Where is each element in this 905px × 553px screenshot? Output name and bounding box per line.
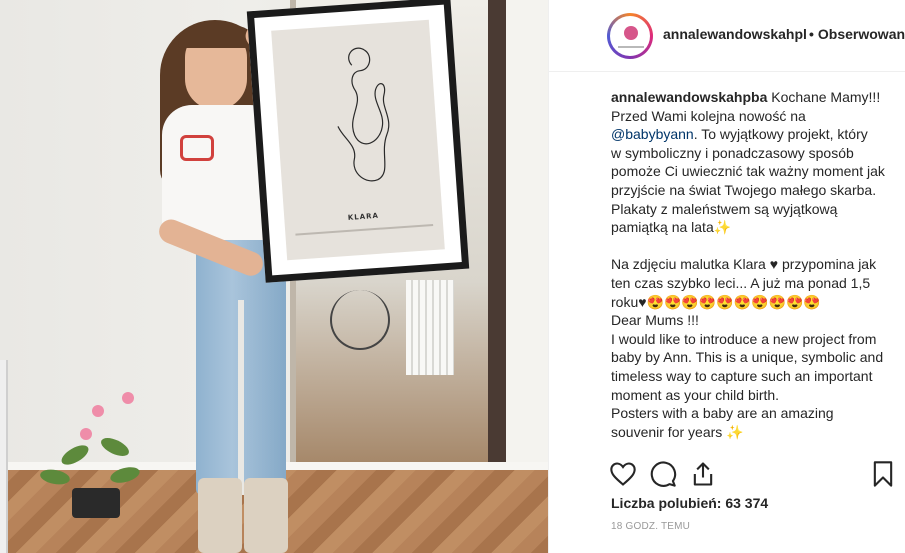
post-header: annalewandowskahpl •Obserwowanie <box>549 0 905 72</box>
jeans-gap <box>238 300 244 495</box>
caption-line: Na zdjęciu malutka Klara ♥ przypomina ja… <box>611 256 877 273</box>
avatar[interactable] <box>610 16 650 56</box>
caption-line: pomoże Ci uwiecznić tak ważny moment jak <box>611 163 885 180</box>
caption-line <box>611 237 896 256</box>
share-icon[interactable] <box>689 460 717 488</box>
caption-line: Dear Mums !!! <box>611 312 699 329</box>
caption-text: Kochane Mamy!!! <box>767 89 881 105</box>
following-button[interactable]: Obserwowanie <box>818 26 905 42</box>
caption-line: annalewandowskahpba Kochane Mamy!!! <box>611 88 896 107</box>
door-frame <box>488 0 506 470</box>
poster-artwork: KLARA <box>271 19 445 261</box>
caption-line: moment as your child birth. <box>611 386 780 403</box>
framed-poster: KLARA <box>246 0 470 283</box>
caption-line: timeless way to capture such an importan… <box>611 367 873 384</box>
caption-line: @babybyann. To wyjątkowy projekt, który <box>611 125 896 144</box>
story-ring[interactable] <box>607 13 653 59</box>
plant-flower <box>92 405 104 417</box>
follow-separator: • <box>809 26 814 42</box>
shirt-print <box>180 135 214 161</box>
caption-line: Plakaty z maleństwem są wyjątkową <box>611 200 838 217</box>
caption-line: I would like to introduce a new project … <box>611 330 877 347</box>
comment-icon[interactable] <box>649 460 677 488</box>
baby-line-drawing <box>337 47 390 182</box>
caption-line: w symboliczny i ponadczasowy sposób <box>611 144 854 161</box>
heart-icon[interactable] <box>609 460 637 488</box>
post-photo[interactable]: KLARA <box>0 0 548 553</box>
stool-reflection <box>330 290 390 350</box>
post-actions <box>607 458 897 490</box>
boot-left <box>198 478 242 553</box>
plant-flower <box>80 428 92 440</box>
caption-line: pamiątką na lata✨ <box>611 219 732 236</box>
username-link[interactable]: annalewandowskahpl <box>663 26 807 42</box>
likes-count[interactable]: Liczba polubień: 63 374 <box>611 495 768 511</box>
plant-leaf <box>98 434 132 460</box>
door <box>506 0 548 470</box>
bookmark-icon[interactable] <box>869 460 897 488</box>
plant-flower <box>122 392 134 404</box>
radiator <box>406 280 454 375</box>
lamp-stand <box>0 360 8 553</box>
avatar-logo-text <box>618 42 644 48</box>
post-timestamp[interactable]: 18 GODZ. TEMU <box>611 521 690 532</box>
caption-line: przyjście na świat Twojego małego skarba… <box>611 181 877 198</box>
follow-status[interactable]: •Obserwowanie <box>809 26 905 42</box>
caption-line: roku♥😍😍😍😍😍😍😍😍😍😍 <box>611 293 821 310</box>
boot-right <box>244 478 288 553</box>
post-side-panel: annalewandowskahpl •Obserwowanie annalew… <box>548 0 905 553</box>
caption-line: ten czas szybko leci... A już ma ponad 1… <box>611 274 871 291</box>
caption-line: Posters with a baby are an amazing <box>611 405 834 422</box>
post-caption: annalewandowskahpba Kochane Mamy!!! Prze… <box>611 88 896 441</box>
caption-username[interactable]: annalewandowskahpba <box>611 89 767 105</box>
caption-line: souvenir for years ✨ <box>611 423 744 440</box>
avatar-logo-mark <box>624 26 638 40</box>
plant-pot <box>72 488 120 518</box>
caption-line: Przed Wami kolejna nowość na <box>611 107 806 124</box>
caption-line: baby by Ann. This is a unique, symbolic … <box>611 349 884 366</box>
caption-text: . To wyjątkowy projekt, który <box>693 126 868 143</box>
mention-link[interactable]: @babybyann <box>611 126 694 142</box>
